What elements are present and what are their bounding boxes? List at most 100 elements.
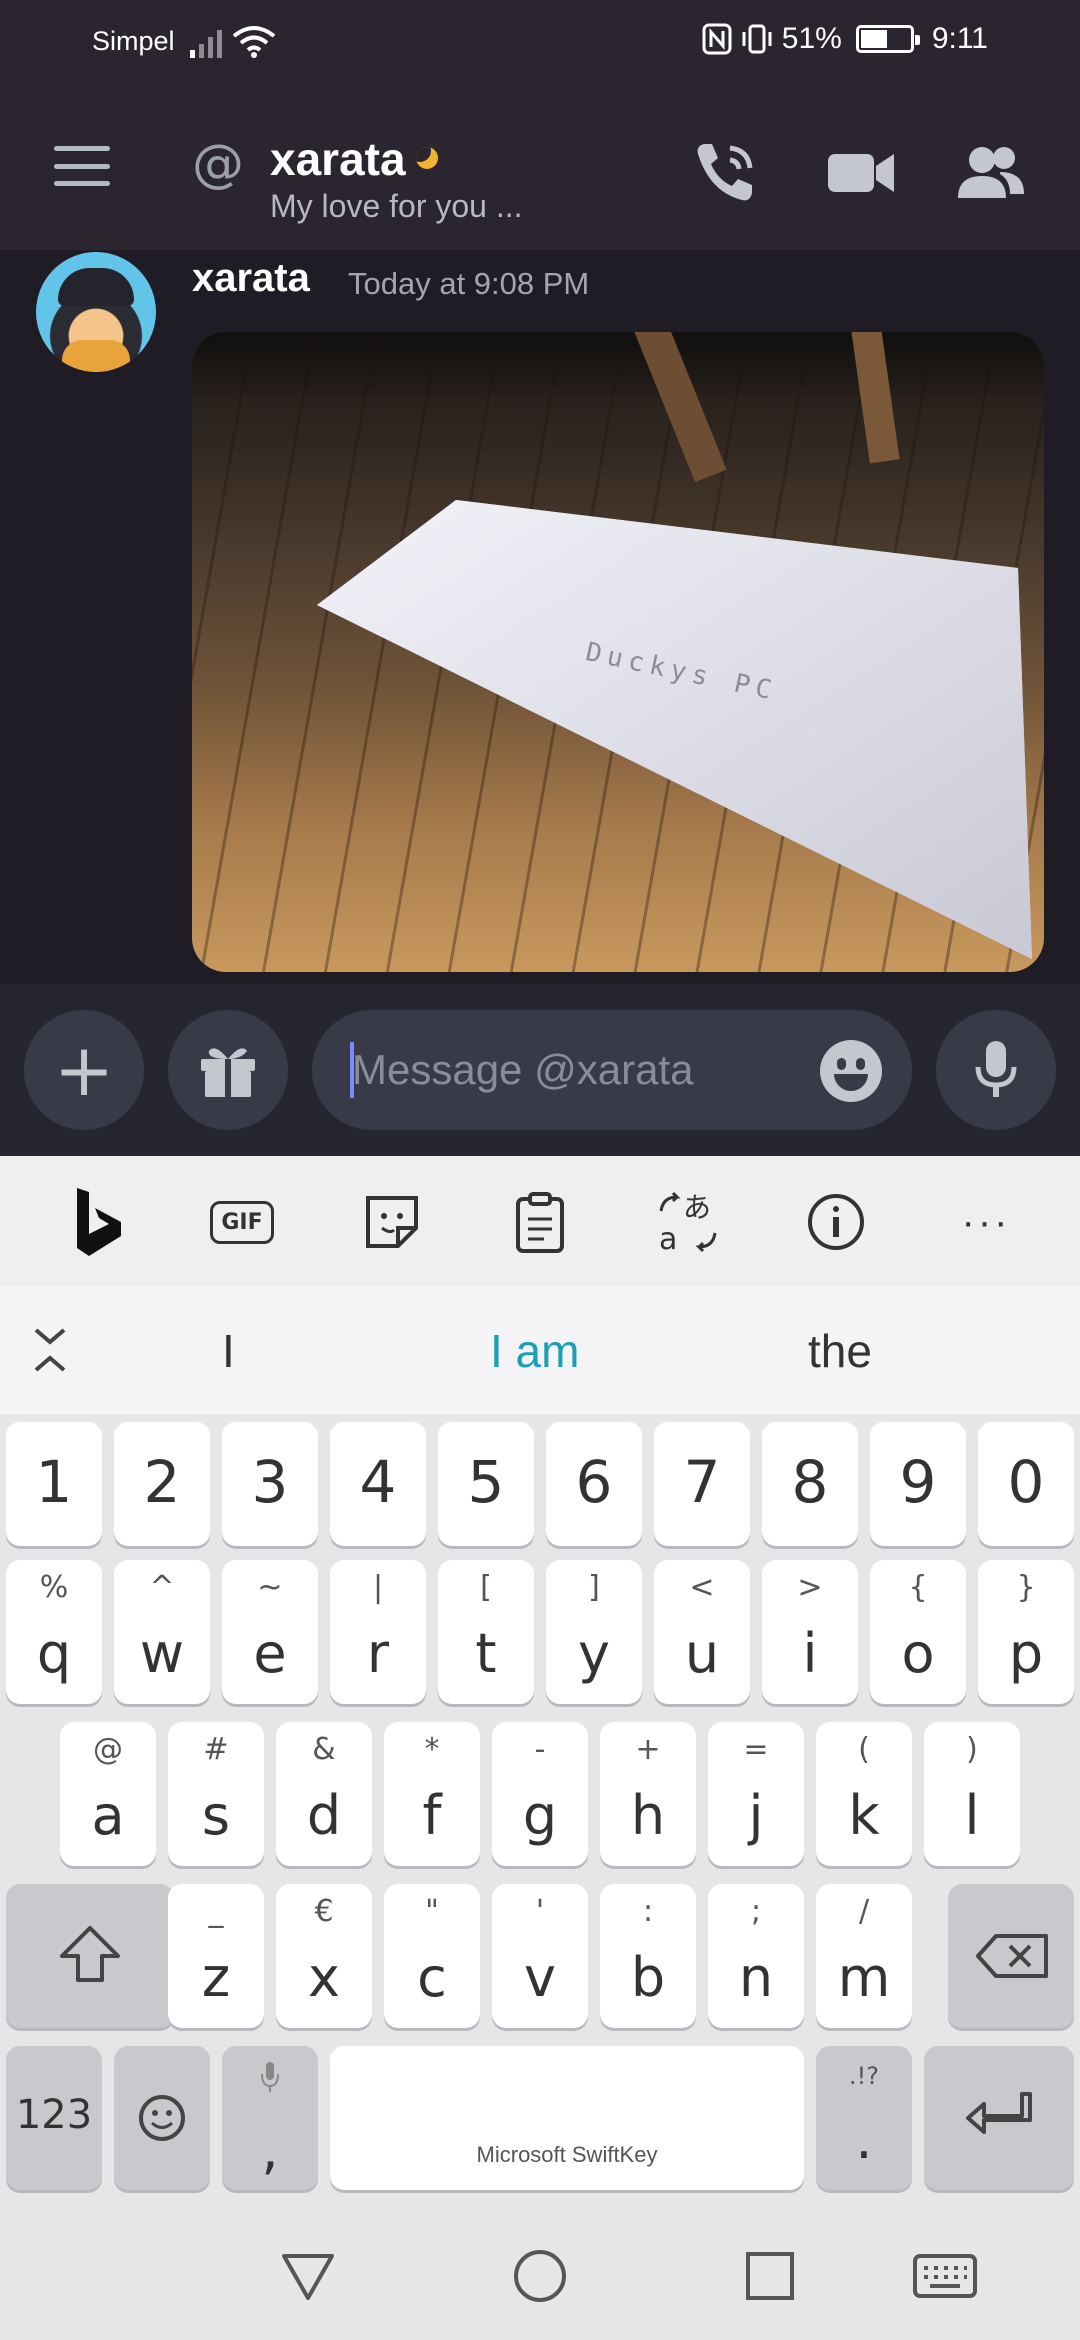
more-options-icon[interactable]: ··· (950, 1186, 1022, 1258)
video-call-icon[interactable] (826, 140, 896, 206)
nfc-icon (702, 23, 732, 55)
space-key[interactable]: Microsoft SwiftKey (330, 2046, 804, 2190)
vibrate-icon (742, 24, 772, 54)
sticker-icon[interactable] (356, 1186, 428, 1258)
key-i[interactable]: > i (762, 1560, 858, 1704)
menu-icon[interactable] (54, 146, 110, 186)
key-l[interactable]: ) l (924, 1722, 1020, 1866)
key-8[interactable]: 8 (762, 1422, 858, 1546)
gift-button[interactable] (168, 1010, 288, 1130)
back-icon[interactable] (278, 2246, 338, 2306)
key-d[interactable]: & d (276, 1722, 372, 1866)
wifi-icon (232, 26, 276, 58)
svg-text:a: a (659, 1222, 677, 1255)
key-o[interactable]: {o (870, 1560, 966, 1704)
chat-header: @ xarata My love for you ... (0, 88, 1080, 252)
emoji-icon[interactable] (820, 1040, 882, 1102)
key-t[interactable]: [t (438, 1560, 534, 1704)
key-n[interactable]: ; n (708, 1884, 804, 2028)
key-9[interactable]: 9 (870, 1422, 966, 1546)
shift-icon (60, 1926, 120, 1982)
shift-key[interactable] (6, 1884, 174, 2028)
key-g[interactable]: -g (492, 1722, 588, 1866)
keyboard-toolbar: GIF a あ ··· (0, 1156, 1080, 1286)
key-q[interactable]: % q (6, 1560, 102, 1704)
key-b[interactable]: :b (600, 1884, 696, 2028)
key-1[interactable]: 1 (6, 1422, 102, 1546)
suggestion-bar: I I am the (0, 1286, 1080, 1414)
key-c[interactable]: " c (384, 1884, 480, 2028)
key-r[interactable]: | r (330, 1560, 426, 1704)
bing-icon[interactable] (62, 1186, 134, 1258)
suggestion-left[interactable]: I (222, 1324, 235, 1378)
battery-icon (855, 25, 920, 53)
attach-button[interactable]: + (24, 1010, 144, 1130)
key-w[interactable]: ^ w (114, 1560, 210, 1704)
space-label: Microsoft SwiftKey (476, 2142, 658, 2167)
suggestion-center[interactable]: I am (490, 1324, 579, 1378)
custom-status: My love for you ... (270, 188, 523, 224)
image-attachment[interactable]: Duckys PC (192, 332, 1044, 972)
key-j[interactable]: = j (708, 1722, 804, 1866)
mic-small-icon (261, 2062, 279, 2092)
emoji-key[interactable] (114, 2046, 210, 2190)
key-6[interactable]: 6 (546, 1422, 642, 1546)
battery-percent: 51% (781, 22, 842, 55)
idle-moon-icon (415, 147, 438, 169)
enter-key[interactable] (924, 2046, 1074, 2190)
keyboard-keys: 1 2 3 4 5 6 7 8 9 0 % q ^ w ~ e | r [t ] y < u… (0, 1414, 1080, 2210)
key-x[interactable]: € x (276, 1884, 372, 2028)
key-0[interactable]: 0 (978, 1422, 1074, 1546)
key-h[interactable]: + h (600, 1722, 696, 1866)
period-key[interactable]: .!? . (816, 2046, 912, 2190)
keyboard-hide-icon[interactable] (912, 2246, 978, 2306)
key-k[interactable]: (k (816, 1722, 912, 1866)
message-composer: + (0, 984, 1080, 1156)
message-input[interactable] (352, 1010, 812, 1130)
info-icon[interactable] (800, 1186, 872, 1258)
collapse-icon[interactable] (30, 1326, 70, 1374)
status-right: 51% 9:11 (702, 22, 988, 56)
dm-username[interactable]: xarata (270, 132, 438, 186)
message-timestamp: Today at 9:08 PM (348, 266, 590, 301)
system-nav-bar (0, 2210, 1080, 2340)
dm-username-text: xarata (270, 133, 406, 185)
key-y[interactable]: ] y (546, 1560, 642, 1704)
svg-text:あ: あ (683, 1191, 711, 1224)
recents-icon[interactable] (740, 2246, 800, 2306)
gif-icon[interactable]: GIF (206, 1186, 278, 1258)
key-2[interactable]: 2 (114, 1422, 210, 1546)
members-icon[interactable] (956, 140, 1026, 206)
key-4[interactable]: 4 (330, 1422, 426, 1546)
clipboard-icon[interactable] (504, 1186, 576, 1258)
key-e[interactable]: ~ e (222, 1560, 318, 1704)
key-5[interactable]: 5 (438, 1422, 534, 1546)
key-p[interactable]: } p (978, 1560, 1074, 1704)
comma-key[interactable]: , (222, 2046, 318, 2190)
numbers-key[interactable]: 123 (6, 2046, 102, 2190)
key-v[interactable]: ' v (492, 1884, 588, 2028)
avatar[interactable] (36, 252, 156, 372)
key-a[interactable]: @ a (60, 1722, 156, 1866)
key-s[interactable]: # s (168, 1722, 264, 1866)
plus-icon: + (53, 1028, 115, 1112)
gift-icon (201, 1048, 255, 1097)
key-u[interactable]: < u (654, 1560, 750, 1704)
enter-icon (966, 2092, 1032, 2134)
translate-icon[interactable]: a あ (652, 1186, 724, 1258)
backspace-key[interactable] (948, 1884, 1074, 2028)
backspace-icon (976, 1934, 1048, 1978)
key-7[interactable]: 7 (654, 1422, 750, 1546)
voice-call-icon[interactable] (690, 140, 760, 206)
key-z[interactable]: _ z (168, 1884, 264, 2028)
home-icon[interactable] (510, 2246, 570, 2306)
at-sign-icon: @ (192, 134, 244, 194)
microphone-icon (975, 1041, 1017, 1097)
message-author[interactable]: xarata (192, 256, 310, 301)
message-list[interactable]: xarata Today at 9:08 PM Duckys PC (0, 252, 1080, 984)
key-3[interactable]: 3 (222, 1422, 318, 1546)
key-f[interactable]: * f (384, 1722, 480, 1866)
key-m[interactable]: / m (816, 1884, 912, 2028)
voice-message-button[interactable] (936, 1010, 1056, 1130)
suggestion-right[interactable]: the (808, 1324, 872, 1378)
